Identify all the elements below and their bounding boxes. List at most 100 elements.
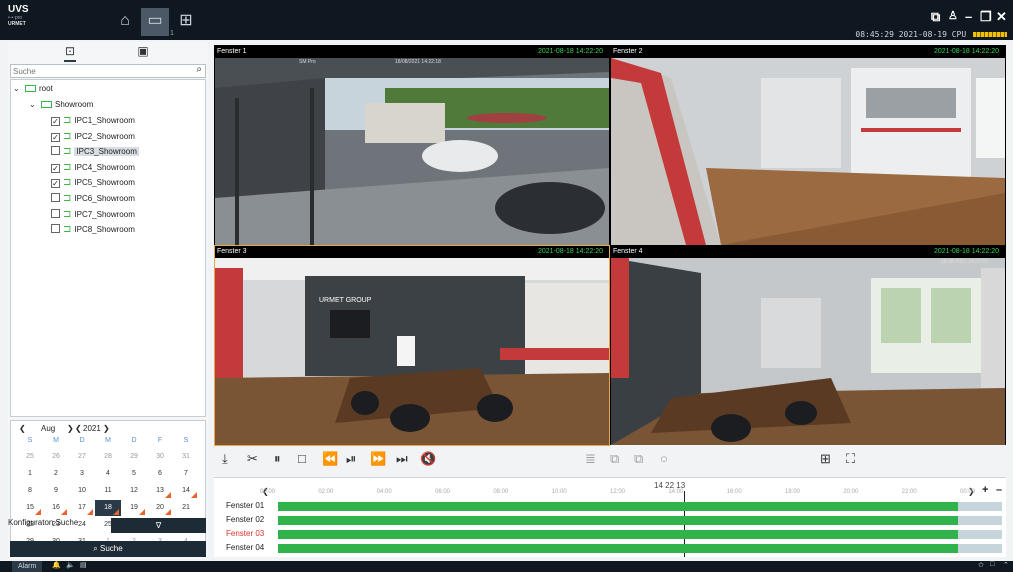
calendar-day[interactable]: 13 [147,483,173,499]
search-button[interactable]: ⌕ Suche [10,541,206,557]
recording-bar[interactable] [278,516,958,525]
home-icon[interactable]: ⌂ [111,8,139,36]
next-month-arrow-icon[interactable]: ❯ [67,424,74,433]
timeline-row[interactable]: Fenster 03 [214,528,1006,540]
camera-checkbox[interactable]: ✓ [51,132,60,142]
video-window-3[interactable]: Fenster 3 2021-08-18 14:22:20 URMET GROU… [214,245,610,446]
fullscreen-icon[interactable]: ⛶ [846,451,855,467]
video-window-4[interactable]: Fenster 4 2021-08-18 14:22:20 18-08-2021… [611,246,1005,445]
copy-icon[interactable]: ⧉ [634,451,643,467]
camera-checkbox[interactable]: ✓ [51,117,60,126]
calendar-day[interactable]: 1 [17,466,43,482]
camera-item[interactable]: ⊐ IPC8_Showroom [51,223,135,237]
calendar-day[interactable]: 7 [173,466,199,482]
alarm-tab[interactable]: Alarm [12,561,43,572]
calendar-day[interactable]: 15 [17,500,43,516]
calendar-day[interactable]: 19 [121,500,147,516]
alarm-bell-icon[interactable]: 🔔 [52,561,61,569]
calendar-day[interactable]: 16 [43,500,69,516]
mute-icon[interactable]: 🔈 [66,561,75,569]
calendar-day[interactable]: 21 [173,500,199,516]
calendar-day[interactable]: 28 [95,449,121,465]
expand-icon[interactable]: ⌃ [1003,561,1009,569]
stop-icon[interactable]: □ [298,451,306,466]
camera-item[interactable]: ✓ ⊐ IPC4_Showroom [51,161,135,175]
window-icon[interactable]: □ [990,561,994,568]
rewind-icon[interactable]: ⏪ [322,451,338,467]
calendar-day[interactable]: 20 [147,500,173,516]
pin-icon[interactable]: ✩ [978,561,984,569]
user-icon[interactable]: ♙ [948,9,958,22]
video-window-2[interactable]: Fenster 2 2021-08-18 14:22:20 [611,46,1005,245]
restore-button[interactable]: ❐ [980,9,992,25]
recording-bar[interactable] [278,502,958,511]
camera-checkbox[interactable] [51,193,60,202]
list-icon[interactable]: ▤ [80,561,87,569]
snapshot-icon[interactable]: ⧉ [610,451,619,467]
camera-checkbox[interactable]: ✓ [51,163,60,173]
camera-item[interactable]: ✓ ⊐ IPC2_Showroom [51,130,135,144]
calendar-day[interactable]: 29 [121,449,147,465]
camera-checkbox[interactable] [51,208,60,218]
timeline[interactable]: ❮ ❯ + – 00:00 02:00 04:00 06:00 08:00 10:00 12… [214,477,1006,557]
chevron-down-icon[interactable]: ⌄ [13,82,23,96]
calendar-day[interactable]: 31 [173,449,199,465]
frame-step-icon[interactable]: ⏭ [396,451,408,467]
camera-item[interactable]: ⊐ IPC7_Showroom [51,208,135,222]
calendar-day[interactable]: 5 [121,466,147,482]
zoom-out-button[interactable]: – [996,484,1002,496]
camera-checkbox[interactable] [51,146,60,156]
clock-icon[interactable]: ○ [660,451,668,466]
calendar-day[interactable]: 25 [17,449,43,465]
calendar-day[interactable]: 11 [95,483,121,499]
calendar-day[interactable]: 27 [69,449,95,465]
calendar-day[interactable]: 26 [43,449,69,465]
screen-icon[interactable]: ⧉ [931,9,940,25]
fast-forward-icon[interactable]: ⏩ [370,451,386,467]
timeline-row[interactable]: Fenster 04 [214,542,1006,554]
camera-item[interactable]: ⊐ IPC6_Showroom [51,192,135,206]
camera-checkbox[interactable]: ✓ [51,179,60,189]
camera-checkbox[interactable] [51,224,60,234]
playlist-icon[interactable]: ≣ [585,451,596,467]
download-icon[interactable]: ⤓ [222,451,228,467]
search-input[interactable] [11,65,187,77]
tree-group-showroom[interactable]: ⌄ Showroom [29,98,93,112]
event-search-tab-icon[interactable]: ▣ [133,44,153,62]
cut-icon[interactable]: ✂ [247,451,258,467]
camera-item[interactable]: ✓ ⊐ IPC5_Showroom [51,176,135,190]
calendar-day[interactable]: 9 [43,483,69,499]
filter-button[interactable]: ∇ [111,518,206,533]
slow-play-icon[interactable]: ⏯ [346,451,356,467]
calendar-day[interactable]: 6 [147,466,173,482]
split-layout-icon[interactable]: ⊞ [820,451,831,467]
search-icon[interactable]: ⌕ [196,64,202,75]
camera-item[interactable]: ✓ ⊐ IPC1_Showroom [51,114,135,128]
prev-year-arrow-icon[interactable]: ❮ [75,424,82,433]
next-year-arrow-icon[interactable]: ❯ [103,424,110,433]
close-button[interactable]: ✕ [996,9,1007,25]
calendar-day[interactable]: 12 [121,483,147,499]
playback-camera-icon[interactable]: ▭ [141,8,169,36]
zoom-in-button[interactable]: + [982,484,988,496]
calendar-day[interactable]: 8 [17,483,43,499]
camera-item[interactable]: ⊐ IPC3_Showroom [51,145,139,159]
pause-icon[interactable]: ⏸ [274,451,281,467]
minimize-button[interactable]: – [965,9,972,24]
timeline-row[interactable]: Fenster 02 [214,514,1006,526]
mute-icon[interactable]: 🔇 [420,451,436,467]
recording-bar[interactable] [278,530,958,539]
calendar-day[interactable]: 2 [43,466,69,482]
calendar-day[interactable]: 17 [69,500,95,516]
tree-root[interactable]: ⌄ root [13,82,53,96]
calendar-day[interactable]: 3 [69,466,95,482]
calendar-day[interactable]: 4 [95,466,121,482]
calendar-day[interactable]: 30 [147,449,173,465]
device-tree-tab-icon[interactable]: ⊡ [60,44,80,62]
timeline-row[interactable]: Fenster 01 [214,500,1006,512]
layout-grid-icon[interactable]: ⊞ [172,8,200,36]
video-window-1[interactable]: Fenster 1 2021-08-18 14:22:20 SM Pro 18/… [215,46,609,245]
chevron-down-icon[interactable]: ⌄ [29,98,39,112]
prev-month-arrow-icon[interactable]: ❮ [19,424,26,433]
calendar-day[interactable]: 14 [173,483,199,499]
